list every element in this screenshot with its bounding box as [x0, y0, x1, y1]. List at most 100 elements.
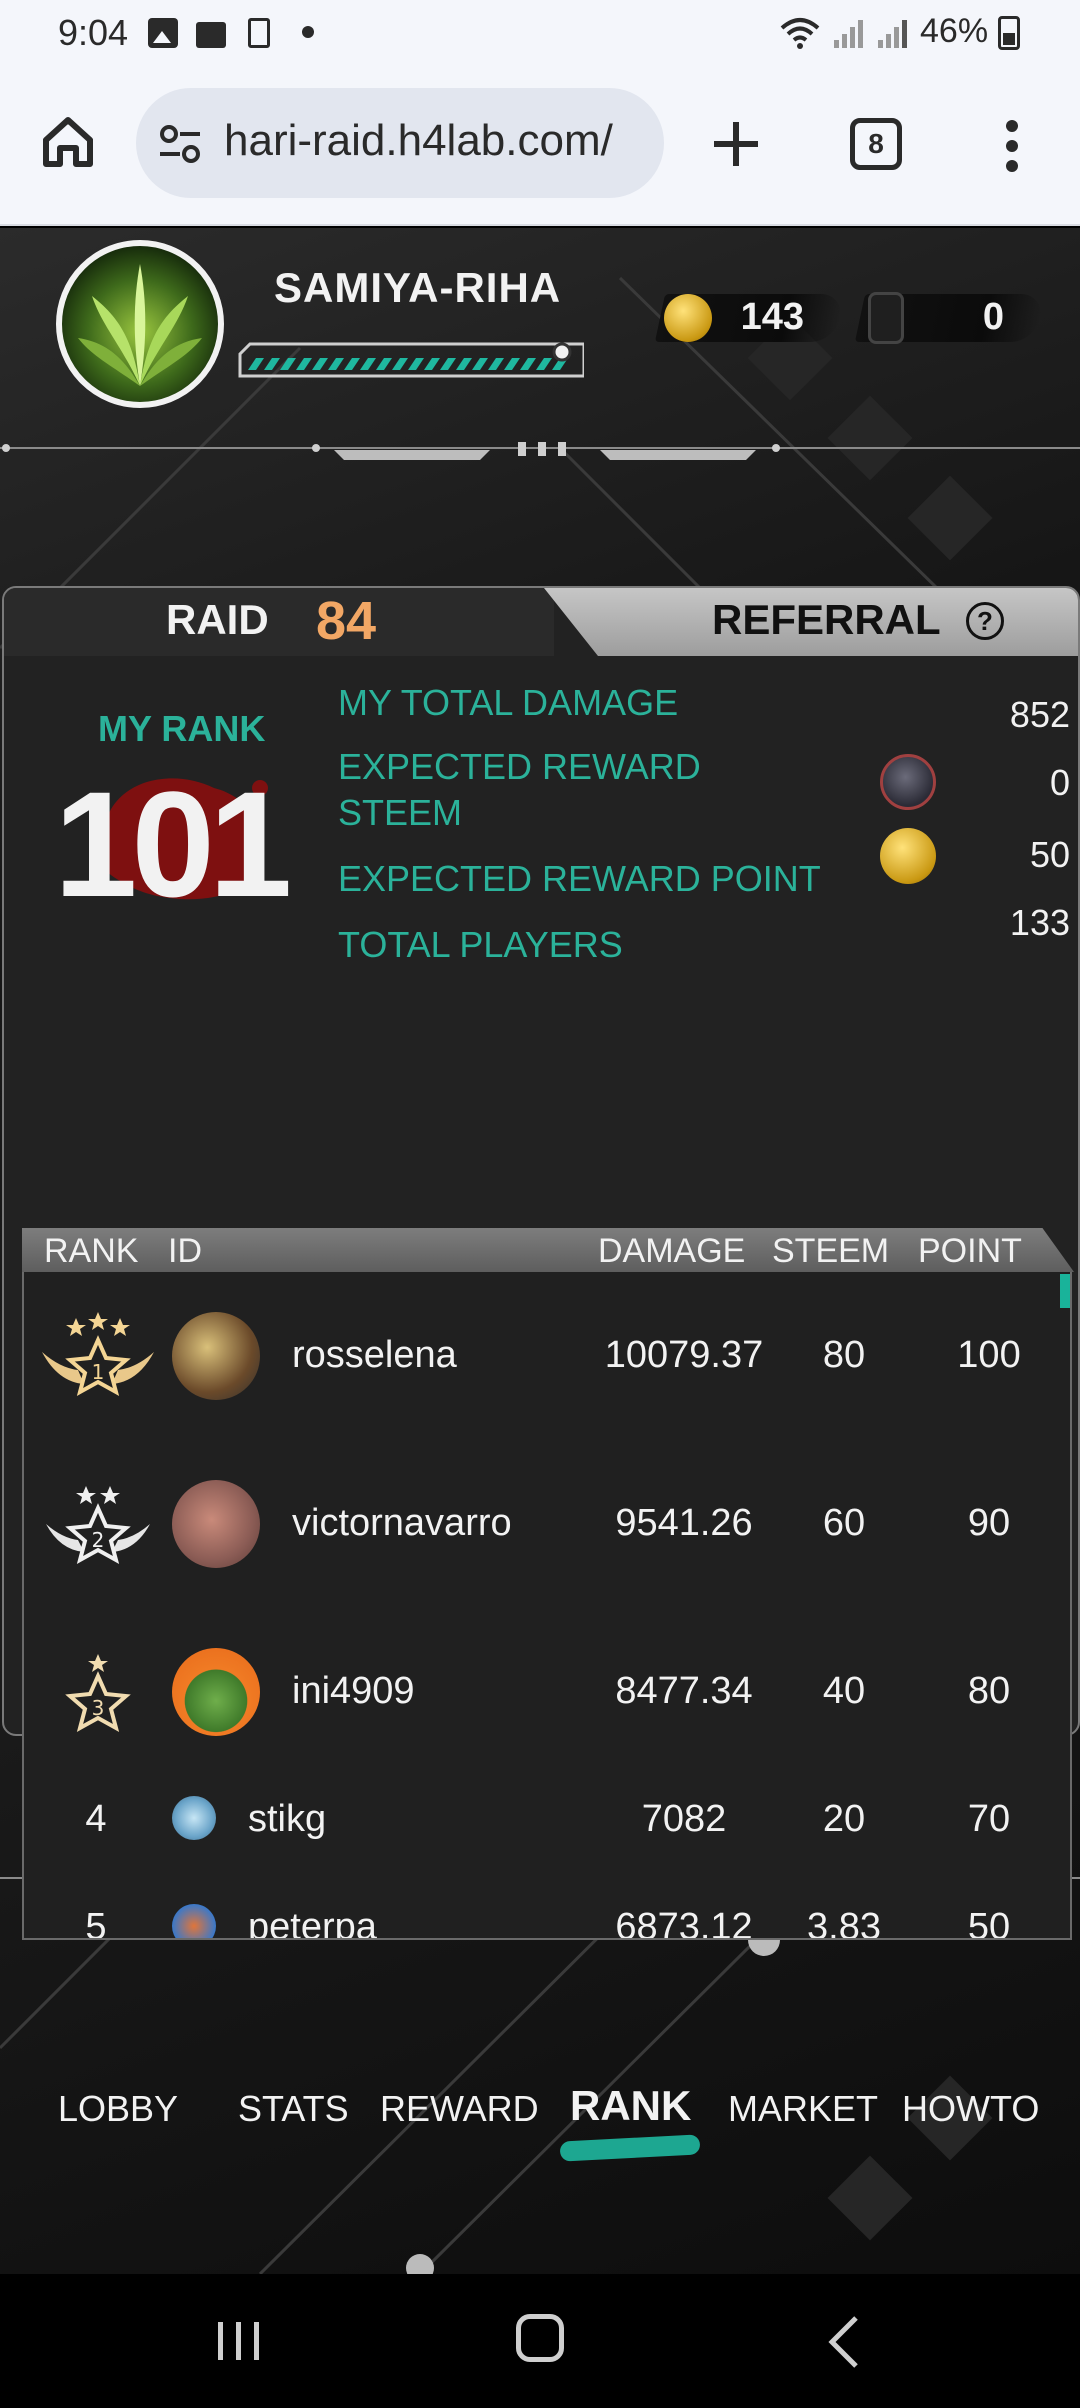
header-point: POINT: [918, 1232, 1022, 1270]
header-id: ID: [168, 1232, 202, 1270]
active-tab-indicator: [559, 2134, 701, 2162]
address-bar[interactable]: hari-raid.h4lab.com/: [136, 88, 664, 198]
header-steem: STEEM: [772, 1232, 890, 1270]
coin-icon: [664, 294, 712, 342]
expected-steem-value: 0: [1049, 762, 1070, 803]
expected-point-value: 50: [1029, 834, 1070, 875]
tab-raid[interactable]: [4, 588, 554, 656]
new-tab-icon[interactable]: [706, 114, 766, 174]
xp-stripe: [360, 358, 376, 370]
raid-number: 84: [316, 591, 377, 651]
nav-stats[interactable]: STATS: [238, 2088, 349, 2130]
player-avatar[interactable]: [56, 240, 224, 408]
rank-3-badge-icon: 3: [65, 1654, 131, 1733]
game-screen: SAMIYA-RIHA 143 0 RAID 84 REFERRAL ? MY …: [0, 228, 1080, 2274]
user-damage: 8477.34: [615, 1670, 753, 1712]
home-button-icon[interactable]: [516, 2314, 564, 2362]
user-point: 50: [967, 1906, 1011, 1940]
xp-stripe: [328, 358, 344, 370]
raid-tab-label[interactable]: RAID: [166, 596, 269, 644]
total-players-label: TOTAL PLAYERS: [338, 924, 623, 965]
user-point: 100: [957, 1334, 1021, 1376]
total-players-value: 133: [1009, 902, 1070, 943]
table-body[interactable]: 1 rosselena 10079.37 80 100 2 victornava…: [22, 1272, 1072, 1940]
user-id[interactable]: stikg: [248, 1798, 326, 1841]
xp-stripe: [264, 358, 280, 370]
steem-icon: [880, 754, 936, 810]
xp-stripe: [296, 358, 312, 370]
total-damage-label: MY TOTAL DAMAGE: [338, 682, 679, 723]
site-settings-icon[interactable]: [158, 124, 202, 164]
xp-stripe: [376, 358, 392, 370]
user-steem: 80: [822, 1334, 866, 1376]
nav-howto[interactable]: HOWTO: [902, 2088, 1039, 2130]
user-id[interactable]: ini4909: [292, 1670, 415, 1713]
user-damage: 6873.12: [615, 1906, 753, 1940]
user-point: 90: [967, 1502, 1011, 1544]
ranking-table: RANK ID DAMAGE STEEM POINT 1 rosselena 1…: [22, 1228, 1074, 1940]
status-time: 9:04: [58, 12, 129, 53]
sim-notification-icon: [248, 18, 270, 48]
coin-value: 143: [740, 296, 804, 338]
xp-stripe: [344, 358, 360, 370]
nav-market[interactable]: MARKET: [728, 2088, 878, 2130]
battery-icon: [998, 16, 1020, 50]
coin-balance: 143: [654, 290, 846, 346]
ticket-balance: 0: [854, 290, 1046, 346]
android-navigation-bar: [0, 2274, 1080, 2408]
gallery-notification-icon: [148, 18, 178, 48]
svg-text:3: 3: [92, 1696, 105, 1720]
user-id[interactable]: rosselena: [292, 1334, 457, 1377]
status-bar: 9:04 46%: [0, 0, 1080, 66]
my-rank-value: 101: [54, 760, 292, 928]
header-rank: RANK: [44, 1232, 139, 1270]
signal-strength-icon: [832, 16, 866, 57]
user-damage: 7082: [641, 1798, 727, 1840]
back-icon[interactable]: [826, 2314, 862, 2370]
player-username: SAMIYA-RIHA: [274, 264, 562, 311]
user-avatar[interactable]: [172, 1648, 260, 1736]
xp-stripe: [408, 358, 424, 370]
ticket-value: 0: [982, 296, 1004, 338]
user-damage: 10079.37: [604, 1334, 764, 1376]
user-point: 80: [967, 1670, 1011, 1712]
user-id[interactable]: peterpa: [248, 1906, 377, 1938]
nav-reward[interactable]: REWARD: [380, 2088, 539, 2130]
referral-tab-label[interactable]: REFERRAL: [712, 596, 941, 644]
user-avatar[interactable]: [172, 1904, 216, 1938]
more-notifications-dot-icon: [302, 26, 314, 38]
leaf-emblem-icon: [78, 264, 202, 386]
total-damage-value: 852: [1009, 694, 1070, 735]
user-id[interactable]: victornavarro: [292, 1502, 512, 1545]
svg-text:1: 1: [92, 1360, 105, 1384]
header-damage: DAMAGE: [598, 1232, 746, 1270]
xp-stripe: [472, 358, 488, 370]
svg-text:2: 2: [92, 1528, 105, 1552]
xp-stripe: [392, 358, 408, 370]
table-row[interactable]: 5 peterpa 6873.12 3.83 50: [24, 1884, 1070, 1940]
browser-menu-icon[interactable]: [1002, 118, 1022, 174]
xp-stripe: [440, 358, 456, 370]
home-icon[interactable]: [40, 114, 96, 170]
rank-1-badge-icon: 1: [42, 1312, 154, 1397]
expected-steem-label-line2: STEEM: [338, 792, 463, 833]
recent-apps-icon[interactable]: [214, 2318, 264, 2364]
my-rank-label: MY RANK: [98, 708, 266, 749]
game-navigation: LOBBY STATS REWARD RANK MARKET HOWTO: [0, 2054, 1080, 2174]
table-row[interactable]: 1 rosselena 10079.37 80 100: [24, 1272, 1070, 1440]
user-point: 70: [967, 1798, 1011, 1840]
user-avatar[interactable]: [172, 1312, 260, 1400]
table-row[interactable]: 3 ini4909 8477.34 40 80: [24, 1608, 1070, 1776]
table-row[interactable]: 2 victornavarro 9541.26 60 90: [24, 1440, 1070, 1608]
point-coin-icon: [880, 828, 936, 884]
user-rank: 4: [85, 1798, 107, 1840]
help-icon[interactable]: ?: [966, 602, 1004, 640]
user-avatar[interactable]: [172, 1796, 216, 1840]
user-steem: 20: [822, 1798, 866, 1840]
user-steem: 40: [822, 1670, 866, 1712]
nav-lobby[interactable]: LOBBY: [58, 2088, 178, 2130]
nav-rank[interactable]: RANK: [570, 2082, 691, 2130]
tab-switcher-button[interactable]: 8: [850, 118, 902, 170]
user-avatar[interactable]: [172, 1480, 260, 1568]
url-text[interactable]: hari-raid.h4lab.com/: [224, 116, 613, 166]
